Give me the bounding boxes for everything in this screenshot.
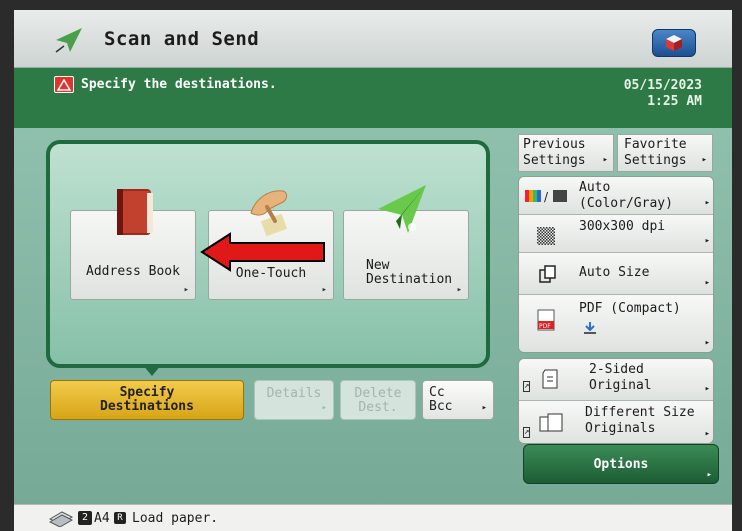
two-sided-line1: 2-Sided xyxy=(589,362,644,377)
different-size-originals-button[interactable]: ↗ Different Size Originals ▸ xyxy=(519,401,713,443)
details-tab[interactable]: Details ▸ xyxy=(254,380,334,420)
favorite-settings-line2: Settings xyxy=(624,153,687,168)
corner-arrow-icon: ▸ xyxy=(704,384,710,394)
corner-arrow-icon: ▸ xyxy=(704,278,710,288)
shortcut-icon: ↗ xyxy=(523,381,531,392)
scan-send-plane-icon xyxy=(55,28,82,53)
different-size-line2: Originals xyxy=(585,421,656,436)
resolution-icon xyxy=(537,227,555,245)
corner-arrow-icon: ▸ xyxy=(704,198,710,208)
new-destination-label: New Destination xyxy=(344,259,468,287)
specify-line1: Specify xyxy=(119,385,175,400)
status-text: Load paper. xyxy=(132,511,219,526)
corner-arrow-icon: ▸ xyxy=(183,285,189,295)
options-button[interactable]: Options ▸ xyxy=(523,444,719,484)
corner-arrow-icon: ▸ xyxy=(704,236,710,246)
favorite-settings-line1: Favorite xyxy=(624,137,687,152)
original-settings-group: ↗ 2-Sided Original ▸ ↗ Different Size Or… xyxy=(518,358,714,444)
file-format-value: PDF (Compact) xyxy=(579,301,681,316)
favorite-settings-button[interactable]: Favorite Settings ▸ xyxy=(617,134,713,172)
status-bar: 2 A4 R Load paper. xyxy=(14,504,732,531)
annotation-arrow-icon xyxy=(200,232,325,272)
scan-settings-group: / Auto (Color/Gray) ▸ 300x300 dpi ▸ Auto… xyxy=(518,176,714,353)
previous-settings-button[interactable]: Previous Settings ▸ xyxy=(518,134,614,172)
scan-size-button[interactable]: Auto Size ▸ xyxy=(519,253,713,295)
options-label: Options xyxy=(593,457,649,472)
status-message: Specify the destinations. xyxy=(81,77,277,92)
scan-send-screen: Scan and Send Specify the destinations. … xyxy=(14,10,732,531)
corner-arrow-icon: ▸ xyxy=(706,470,712,480)
specify-destinations-tab[interactable]: Specify Destinations xyxy=(50,380,244,420)
svg-text:/: / xyxy=(544,190,549,203)
different-size-line1: Different Size xyxy=(585,405,695,420)
shortcut-icon: ↗ xyxy=(523,427,531,438)
cc-label: Cc xyxy=(429,385,445,400)
color-mode-line1: Auto xyxy=(579,180,611,195)
download-icon xyxy=(584,322,596,334)
date: 05/15/2023 xyxy=(623,78,702,93)
scan-size-value: Auto Size xyxy=(579,265,650,280)
delete-destination-tab[interactable]: Delete Dest. xyxy=(340,380,416,420)
warning-icon xyxy=(54,76,74,93)
color-mode-line2: (Color/Gray) xyxy=(579,196,673,211)
corner-arrow-icon: ▸ xyxy=(701,155,707,165)
address-book-icon xyxy=(117,189,153,235)
new-destination-label-line2: Destination xyxy=(366,272,453,287)
two-sided-line2: Original xyxy=(589,378,652,393)
cube-menu-button[interactable] xyxy=(652,29,696,57)
color-gray-icon: / xyxy=(525,190,567,203)
details-label: Details xyxy=(266,386,322,401)
specify-line2: Destinations xyxy=(100,399,194,414)
corner-arrow-icon: ▸ xyxy=(704,338,710,348)
page-title: Scan and Send xyxy=(104,28,260,50)
drawer-number-badge: 2 xyxy=(78,511,92,525)
title-bar: Scan and Send xyxy=(14,10,732,68)
corner-arrow-icon: ▸ xyxy=(704,429,710,439)
previous-settings-line2: Settings xyxy=(523,153,586,168)
svg-text:PDF: PDF xyxy=(539,323,551,330)
new-destination-label-line1: New xyxy=(366,258,390,273)
panel-pointer xyxy=(142,364,162,376)
time: 1:25 AM xyxy=(647,94,702,109)
address-book-button[interactable]: Address Book ▸ xyxy=(70,189,196,300)
corner-arrow-icon: ▸ xyxy=(321,285,327,295)
size-icon xyxy=(539,265,556,283)
resolution-value: 300x300 dpi xyxy=(579,219,666,234)
paper-size: A4 xyxy=(94,511,110,526)
two-sided-original-button[interactable]: ↗ 2-Sided Original ▸ xyxy=(519,359,713,401)
message-bar: Specify the destinations. 05/15/2023 1:2… xyxy=(14,68,732,128)
paper-plane-icon xyxy=(378,185,426,233)
color-select-button[interactable]: / Auto (Color/Gray) ▸ xyxy=(519,177,713,215)
file-format-button[interactable]: PDF PDF (Compact) ▸ xyxy=(519,295,713,352)
delete-line1: Delete xyxy=(354,386,402,401)
delete-line2: Dest. xyxy=(358,400,398,415)
resolution-button[interactable]: 300x300 dpi ▸ xyxy=(519,215,713,253)
previous-settings-line1: Previous xyxy=(523,137,586,152)
address-book-label: Address Book xyxy=(86,264,180,279)
corner-arrow-icon: ▸ xyxy=(602,155,608,165)
different-size-icon xyxy=(539,413,563,432)
corner-arrow-icon: ▸ xyxy=(321,403,327,413)
pdf-file-icon: PDF xyxy=(537,309,555,331)
date-time: 05/15/2023 1:25 AM xyxy=(624,78,702,110)
corner-arrow-icon: ▸ xyxy=(481,403,487,413)
cube-icon xyxy=(666,35,682,51)
cc-bcc-tab[interactable]: Cc Bcc ▸ xyxy=(422,380,494,420)
paper-orientation-badge: R xyxy=(114,512,126,524)
two-sided-icon xyxy=(542,369,558,389)
corner-arrow-icon: ▸ xyxy=(456,285,462,295)
paper-feed-icon xyxy=(48,511,74,527)
new-destination-button[interactable]: New Destination ▸ xyxy=(343,185,469,300)
